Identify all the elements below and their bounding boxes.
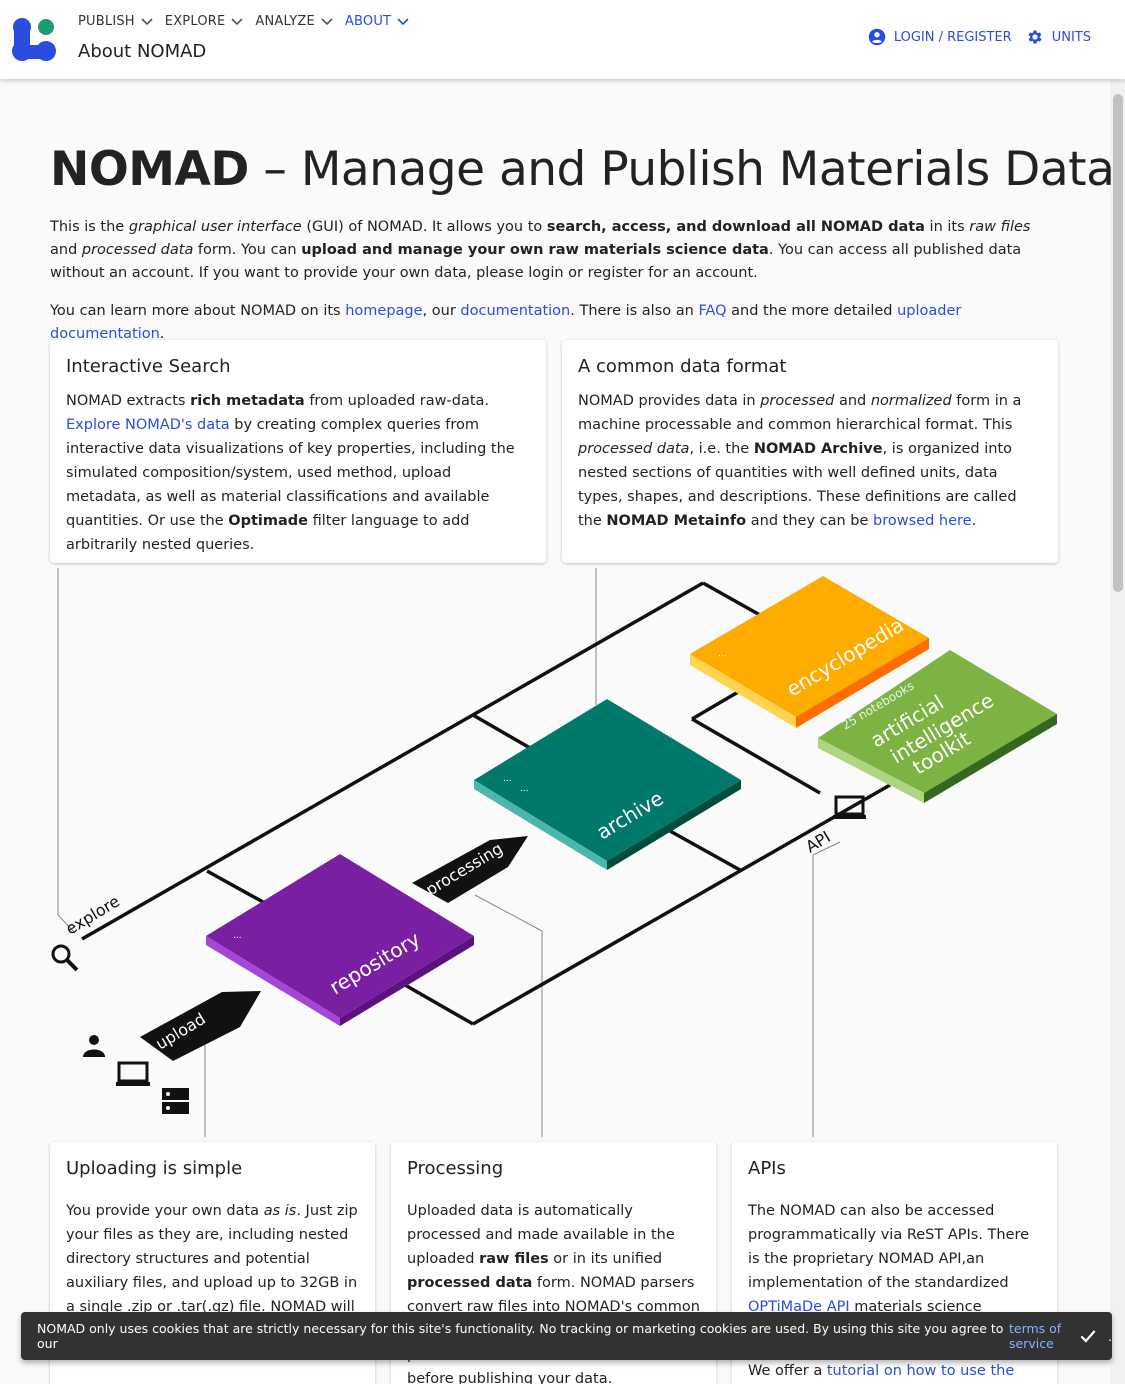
- text-segment: form. You can: [193, 242, 302, 258]
- card-body: NOMAD extracts rich metadata from upload…: [66, 389, 530, 557]
- text-segment: processed data: [81, 242, 194, 258]
- nav-publish-label: PUBLISH: [78, 14, 135, 29]
- chevron-down-icon: [141, 17, 153, 25]
- page-scrollbar[interactable]: [1110, 80, 1125, 1384]
- inline-link[interactable]: browsed here: [873, 513, 972, 529]
- check-icon[interactable]: [1078, 1326, 1098, 1346]
- text-segment: The NOMAD can also be accessed programma…: [748, 1203, 1030, 1291]
- text-segment: , our: [422, 303, 461, 319]
- nav-explore[interactable]: EXPLORE: [165, 14, 244, 29]
- card-interactive-search: Interactive Search NOMAD extracts rich m…: [50, 340, 546, 563]
- repository-dots: ...: [233, 931, 242, 941]
- text-segment: from uploaded raw-data.: [304, 393, 490, 409]
- text-segment: Optimade: [228, 513, 308, 529]
- card-title: A common data format: [578, 356, 787, 377]
- card-title: Interactive Search: [66, 356, 231, 377]
- scrollbar-thumb[interactable]: [1113, 94, 1123, 592]
- card-body-2: We offer a tutorial on how to use the AP…: [748, 1359, 1041, 1384]
- person-icon: [83, 1035, 105, 1057]
- text-segment: You provide your own data: [66, 1203, 264, 1219]
- text-segment: .: [971, 513, 977, 529]
- text-segment: rich metadata: [190, 393, 305, 409]
- archive-dots-1: ...: [503, 774, 512, 784]
- chevron-down-icon: [321, 17, 333, 25]
- text-segment: NOMAD Archive: [753, 441, 883, 457]
- text-segment: We offer a: [748, 1363, 827, 1379]
- card-common-data-format: A common data format NOMAD provides data…: [562, 340, 1058, 563]
- text-segment: or in its unified: [548, 1251, 663, 1267]
- cookie-text: NOMAD only uses cookies that are strictl…: [37, 1321, 1004, 1351]
- units-label: UNITS: [1051, 29, 1091, 45]
- text-segment: NOMAD provides data in: [578, 393, 761, 409]
- cookie-end: .: [1108, 1328, 1112, 1344]
- text-segment: and they can be: [746, 513, 874, 529]
- cookie-notice: NOMAD only uses cookies that are strictl…: [21, 1312, 1112, 1360]
- text-segment: in its: [924, 219, 970, 235]
- card-title: Uploading is simple: [66, 1158, 243, 1179]
- text-segment: You can learn more about NOMAD on its: [50, 303, 346, 319]
- nav-about[interactable]: ABOUT: [345, 14, 409, 29]
- text-segment: processed: [760, 393, 835, 409]
- chevron-down-icon: [397, 17, 409, 25]
- account-circle-icon: [868, 28, 886, 46]
- encyclopedia-dots: ...: [718, 649, 727, 659]
- inline-link[interactable]: FAQ: [698, 303, 726, 319]
- server-icon: [162, 1088, 189, 1114]
- text-segment: and: [50, 242, 82, 258]
- inline-link[interactable]: homepage: [345, 303, 422, 319]
- nav-about-label: ABOUT: [344, 14, 392, 29]
- hero-title: NOMAD – Manage and Publish Materials Dat…: [50, 142, 1115, 197]
- login-register-label: LOGIN / REGISTER: [893, 29, 1012, 45]
- text-segment: raw files: [479, 1251, 549, 1267]
- card-title: Processing: [407, 1158, 504, 1179]
- hero-title-bold: NOMAD: [50, 142, 249, 197]
- nav-analyze-label: ANALYZE: [255, 14, 315, 29]
- nav-explore-label: EXPLORE: [164, 14, 226, 29]
- units-button[interactable]: UNITS: [1026, 28, 1091, 46]
- text-segment: search, access, and download all NOMAD d…: [546, 219, 925, 235]
- text-segment: as is: [263, 1203, 297, 1219]
- text-segment: graphical user interface: [128, 219, 302, 235]
- main-nav: PUBLISH EXPLORE ANALYZE ABOUT: [78, 14, 421, 29]
- hero-title-rest: – Manage and Publish Materials Data: [248, 142, 1115, 197]
- upload-arrow: upload: [140, 991, 261, 1061]
- text-segment: processed data: [407, 1275, 533, 1291]
- nomad-architecture-diagram: repository ... archive ... ... encyclope…: [51, 568, 1057, 1137]
- app-bar: PUBLISH EXPLORE ANALYZE ABOUT About NOMA…: [0, 0, 1125, 79]
- header-actions: LOGIN / REGISTER UNITS: [854, 28, 1091, 46]
- text-segment: upload and manage your own raw materials…: [301, 242, 769, 258]
- inline-link[interactable]: Explore NOMAD's data: [66, 417, 230, 433]
- archive-dots-2: ...: [520, 784, 529, 794]
- text-segment: processed data: [578, 441, 690, 457]
- text-segment: raw files: [969, 219, 1031, 235]
- nav-publish[interactable]: PUBLISH: [78, 14, 153, 29]
- processing-arrow: processing: [412, 836, 528, 903]
- card-body: NOMAD provides data in processed and nor…: [578, 389, 1042, 533]
- text-segment: (GUI) of NOMAD. It allows you to: [301, 219, 547, 235]
- text-segment: . There is also an: [570, 303, 699, 319]
- nomad-logo[interactable]: [12, 17, 58, 63]
- nav-analyze[interactable]: ANALYZE: [255, 14, 333, 29]
- text-segment: normalized: [870, 393, 952, 409]
- text-segment: and: [834, 393, 871, 409]
- text-segment: , i.e. the: [689, 441, 754, 457]
- gear-icon: [1028, 30, 1042, 44]
- chevron-down-icon: [231, 17, 243, 25]
- search-icon: [51, 944, 79, 972]
- login-register-button[interactable]: LOGIN / REGISTER: [868, 28, 1012, 46]
- card-title: APIs: [748, 1158, 786, 1179]
- inline-link[interactable]: documentation: [460, 303, 570, 319]
- intro-paragraph: This is the graphical user interface (GU…: [50, 216, 1055, 285]
- text-segment: NOMAD Metainfo: [606, 513, 747, 529]
- page-title: About NOMAD: [78, 41, 207, 62]
- text-segment: and the more detailed: [726, 303, 898, 319]
- laptop-icon: [116, 1061, 150, 1086]
- text-segment: NOMAD extracts: [66, 393, 191, 409]
- text-segment: This is the: [50, 219, 129, 235]
